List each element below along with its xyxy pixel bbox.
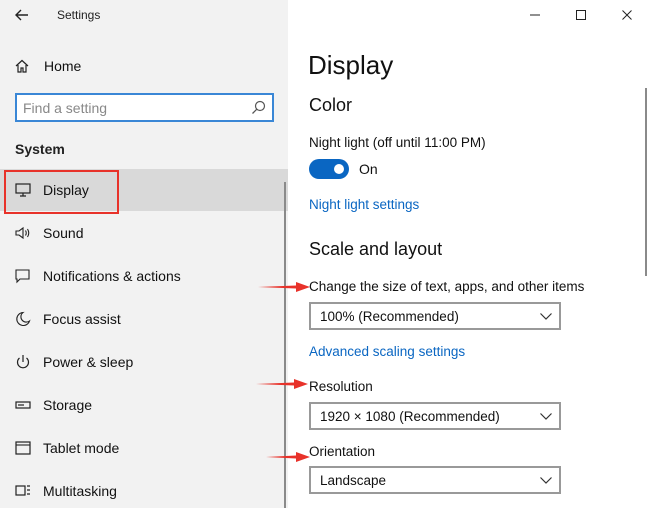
scale-dropdown[interactable]: 100% (Recommended) [309, 302, 561, 330]
color-heading: Color [309, 95, 353, 115]
sidebar-item-storage[interactable]: Storage [0, 384, 288, 426]
sidebar-item-power-sleep[interactable]: Power & sleep [0, 341, 288, 383]
sidebar-item-notifications[interactable]: Notifications & actions [0, 255, 288, 297]
back-button[interactable] [10, 4, 34, 26]
multitask-icon [15, 485, 30, 496]
sidebar: Settings Home System Display Sound [0, 0, 288, 508]
moon-icon [16, 311, 31, 327]
chevron-down-icon [540, 313, 552, 320]
orientation-dropdown-value: Landscape [320, 473, 387, 488]
sidebar-item-tablet-mode[interactable]: Tablet mode [0, 427, 288, 469]
power-icon [16, 355, 30, 369]
scale-dropdown-value: 100% (Recommended) [320, 309, 459, 324]
close-button[interactable] [604, 0, 650, 30]
orientation-label: Orientation [309, 444, 376, 459]
toggle-knob [334, 164, 344, 174]
resolution-label: Resolution [309, 379, 373, 394]
sidebar-item-label: Focus assist [43, 311, 121, 327]
main-scrollbar[interactable] [645, 88, 647, 276]
annotation-arrow-icon [258, 282, 310, 292]
search-input[interactable] [23, 98, 248, 117]
night-light-settings-link[interactable]: Night light settings [309, 197, 419, 212]
scale-layout-heading: Scale and layout [309, 239, 443, 259]
chevron-down-icon [540, 477, 552, 484]
maximize-icon [576, 10, 586, 20]
annotation-arrow-icon [266, 452, 310, 462]
sidebar-item-multitasking[interactable]: Multitasking [0, 470, 288, 508]
scale-label: Change the size of text, apps, and other… [309, 279, 585, 294]
sidebar-item-label: Power & sleep [43, 354, 134, 370]
night-light-toggle-label: On [359, 161, 378, 177]
sidebar-item-focus-assist[interactable]: Focus assist [0, 298, 288, 340]
advanced-scaling-link[interactable]: Advanced scaling settings [309, 344, 465, 359]
title-bar-left: Settings [0, 0, 288, 30]
search-icon[interactable] [251, 100, 266, 115]
section-heading-system: System [15, 141, 65, 157]
night-light-toggle[interactable] [309, 159, 349, 179]
sidebar-item-home[interactable]: Home [0, 50, 288, 82]
monitor-icon [15, 183, 31, 197]
app-title: Settings [57, 8, 101, 22]
sidebar-item-label: Home [44, 58, 82, 74]
sidebar-item-label: Notifications & actions [43, 268, 181, 284]
window-controls [512, 0, 650, 30]
resolution-dropdown-value: 1920 × 1080 (Recommended) [320, 409, 500, 424]
notification-icon [15, 269, 30, 284]
maximize-button[interactable] [558, 0, 604, 30]
minimize-icon [530, 14, 540, 16]
back-arrow-icon [15, 9, 28, 21]
home-icon [15, 59, 29, 73]
tablet-icon [15, 441, 31, 455]
speaker-icon [15, 226, 30, 240]
resolution-dropdown[interactable]: 1920 × 1080 (Recommended) [309, 402, 561, 430]
sidebar-item-label: Storage [43, 397, 93, 413]
sidebar-item-sound[interactable]: Sound [0, 212, 288, 254]
main-content: Display Color Night light (off until 11:… [288, 0, 650, 508]
sidebar-item-label: Tablet mode [43, 440, 120, 456]
storage-icon [15, 401, 31, 409]
sidebar-item-label: Display [43, 182, 89, 198]
orientation-dropdown[interactable]: Landscape [309, 466, 561, 494]
sidebar-item-label: Multitasking [43, 483, 117, 499]
minimize-button[interactable] [512, 0, 558, 30]
search-box[interactable] [15, 93, 274, 122]
sidebar-item-label: Sound [43, 225, 84, 241]
chevron-down-icon [540, 413, 552, 420]
annotation-arrow-icon [256, 379, 308, 389]
page-title: Display [308, 50, 394, 80]
sidebar-item-display[interactable]: Display [0, 169, 288, 211]
close-icon [622, 10, 632, 20]
night-light-label: Night light (off until 11:00 PM) [309, 135, 486, 150]
